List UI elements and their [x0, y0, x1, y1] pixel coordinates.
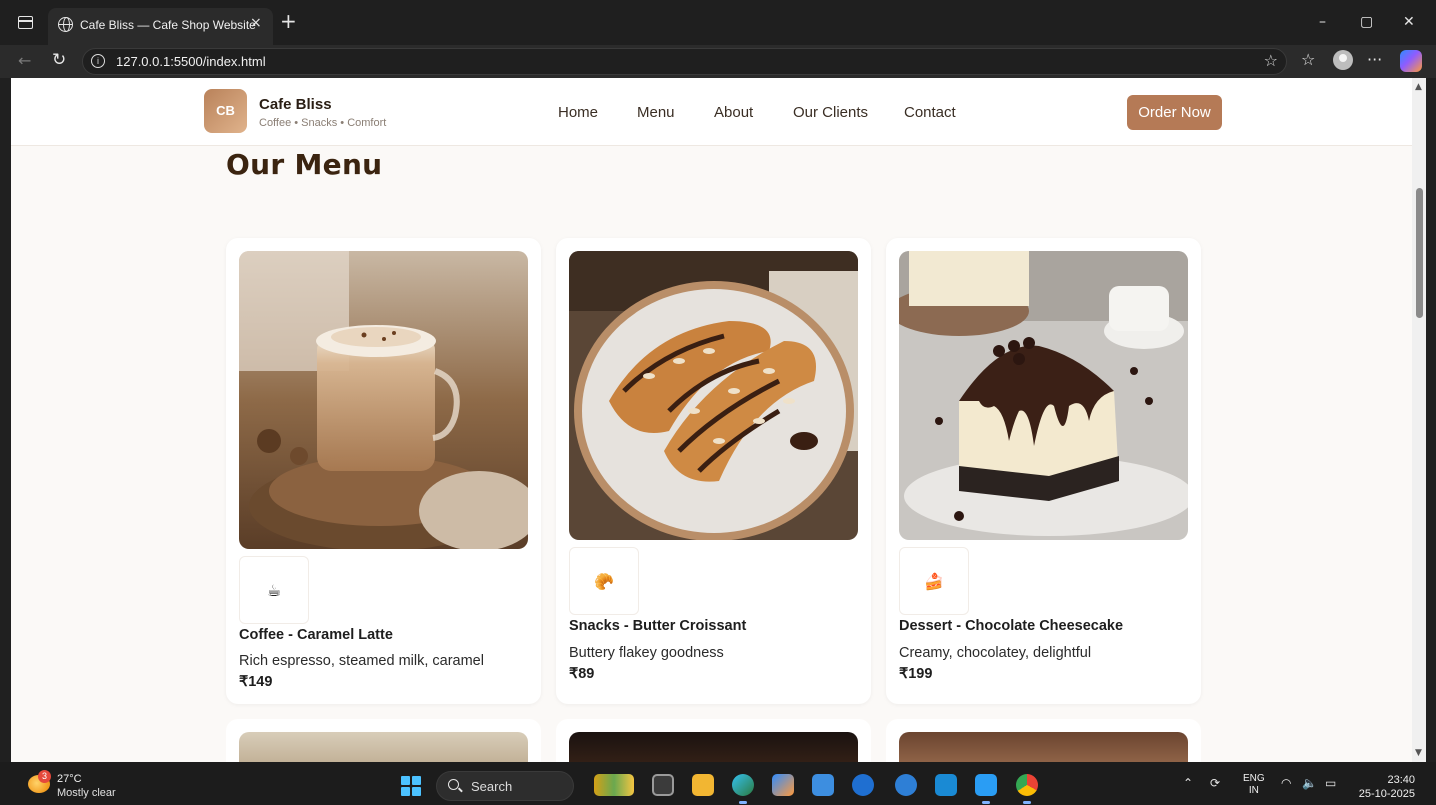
- brand-tagline: Coffee • Snacks • Comfort: [259, 117, 387, 129]
- item-photo-partial: [569, 732, 858, 762]
- copilot-app-icon[interactable]: [772, 774, 794, 796]
- clock-date: 25-10-2025: [1358, 788, 1415, 800]
- hp-icon[interactable]: [852, 774, 874, 796]
- favorite-star-icon[interactable]: ☆: [1264, 51, 1278, 70]
- profile-avatar-icon[interactable]: [1333, 50, 1353, 70]
- item-description: Rich espresso, steamed milk, caramel: [239, 653, 484, 669]
- item-photo-partial: [239, 732, 528, 762]
- chrome-icon[interactable]: [1016, 774, 1038, 804]
- latte-photo: [239, 251, 528, 549]
- scroll-down-icon[interactable]: ▼: [1415, 748, 1422, 758]
- store-icon[interactable]: [812, 774, 834, 796]
- item-price: ₹149: [239, 674, 273, 690]
- nav-about[interactable]: About: [714, 104, 753, 121]
- croissant-photo: [569, 251, 858, 540]
- favorites-icon[interactable]: ☆: [1301, 50, 1315, 69]
- item-title: Snacks - Butter Croissant: [569, 618, 747, 634]
- back-arrow-icon[interactable]: ←: [18, 51, 31, 70]
- cheesecake-photo: [899, 251, 1188, 540]
- weather-badge: 3: [38, 770, 51, 783]
- search-label: Search: [471, 779, 513, 794]
- scroll-up-icon[interactable]: ▲: [1415, 82, 1422, 92]
- edge-browser-icon[interactable]: [732, 774, 754, 804]
- nav-home[interactable]: Home: [558, 104, 598, 121]
- clock[interactable]: 23:40 25-10-2025: [1355, 773, 1415, 801]
- url-text[interactable]: 127.0.0.1:5500/index.html: [116, 54, 266, 69]
- search-icon: [448, 779, 459, 790]
- item-title: Dessert - Chocolate Cheesecake: [899, 618, 1124, 634]
- scrollbar-thumb[interactable]: [1416, 188, 1423, 318]
- item-description: Creamy, chocolatey, delightful: [899, 645, 1092, 661]
- item-price: ₹199: [899, 666, 933, 682]
- taskbar: 3 27°C Mostly clear Search ⌃ ⟳ ENG IN ◠ …: [0, 762, 1436, 805]
- wifi-icon[interactable]: ◠: [1281, 776, 1291, 790]
- globe-icon: [58, 17, 73, 32]
- maximize-button[interactable]: ▢: [1360, 14, 1373, 30]
- menu-card-partial[interactable]: [886, 719, 1201, 762]
- address-bar[interactable]: i 127.0.0.1:5500/index.html ☆: [82, 48, 1287, 75]
- outlook-icon[interactable]: [935, 774, 957, 796]
- taskbar-search[interactable]: Search: [436, 771, 574, 801]
- clock-time: 23:40: [1387, 774, 1415, 786]
- copilot-icon[interactable]: [1400, 50, 1422, 72]
- tab-actions-icon[interactable]: [18, 16, 33, 29]
- nav-our-clients[interactable]: Our Clients: [793, 104, 868, 121]
- battery-icon[interactable]: ▭: [1325, 776, 1336, 790]
- site-header: CB Cafe Bliss Coffee • Snacks • Comfort …: [11, 78, 1412, 146]
- close-window-button[interactable]: ✕: [1403, 14, 1415, 30]
- file-explorer-icon[interactable]: [692, 774, 714, 796]
- menu-card-croissant[interactable]: 🥐 Snacks - Butter Croissant Buttery flak…: [556, 238, 871, 704]
- browser-tab-strip: Cafe Bliss — Cafe Shop Website × + – ▢ ✕: [0, 0, 1436, 45]
- task-view-icon[interactable]: [652, 774, 674, 796]
- nav-menu[interactable]: Menu: [637, 104, 675, 121]
- coffee-icon: ☕: [239, 556, 309, 624]
- logo-badge[interactable]: CB: [204, 89, 247, 133]
- page-viewport: CB Cafe Bliss Coffee • Snacks • Comfort …: [11, 78, 1412, 762]
- item-photo-partial: [899, 732, 1188, 762]
- croissant-icon: 🥐: [569, 547, 639, 615]
- browser-toolbar: ← ↻ i 127.0.0.1:5500/index.html ☆ ☆ ···: [0, 45, 1436, 78]
- menu-card-partial[interactable]: [226, 719, 541, 762]
- weather-description[interactable]: Mostly clear: [57, 787, 116, 799]
- more-options-icon[interactable]: ···: [1367, 50, 1382, 69]
- browser-tab[interactable]: Cafe Bliss — Cafe Shop Website ×: [48, 8, 273, 45]
- region-code: IN: [1248, 785, 1259, 796]
- volume-icon[interactable]: 🔈: [1302, 776, 1317, 790]
- minimize-button[interactable]: –: [1319, 14, 1326, 30]
- tab-close-icon[interactable]: ×: [250, 15, 262, 31]
- menu-card-partial[interactable]: [556, 719, 871, 762]
- refresh-icon[interactable]: ↻: [52, 50, 66, 70]
- sync-icon[interactable]: ⟳: [1210, 776, 1220, 790]
- menu-card-latte[interactable]: ☕ Coffee - Caramel Latte Rich espresso, …: [226, 238, 541, 704]
- widgets-icon[interactable]: [594, 774, 634, 796]
- new-tab-button[interactable]: +: [280, 11, 297, 31]
- language-indicator[interactable]: ENG IN: [1243, 773, 1265, 797]
- brand-name: Cafe Bliss: [259, 96, 332, 113]
- item-description: Buttery flakey goodness: [569, 645, 724, 661]
- menu-card-cheesecake[interactable]: 🍰 Dessert - Chocolate Cheesecake Creamy,…: [886, 238, 1201, 704]
- site-info-icon[interactable]: i: [91, 54, 105, 68]
- tab-title: Cafe Bliss — Cafe Shop Website: [80, 18, 256, 32]
- start-button[interactable]: [401, 776, 421, 796]
- menu-heading: Our Menu: [226, 148, 383, 181]
- help-icon[interactable]: [895, 774, 917, 796]
- cake-icon: 🍰: [899, 547, 969, 615]
- show-hidden-icons-chevron-icon[interactable]: ⌃: [1183, 776, 1193, 790]
- order-now-button[interactable]: Order Now: [1127, 95, 1222, 130]
- weather-temp[interactable]: 27°C: [57, 773, 82, 785]
- page-scrollbar[interactable]: ▲ ▼: [1412, 78, 1426, 762]
- vscode-icon[interactable]: [975, 774, 997, 804]
- item-title: Coffee - Caramel Latte: [239, 627, 393, 643]
- language-code: ENG: [1243, 773, 1265, 784]
- nav-contact[interactable]: Contact: [904, 104, 956, 121]
- item-price: ₹89: [569, 666, 595, 682]
